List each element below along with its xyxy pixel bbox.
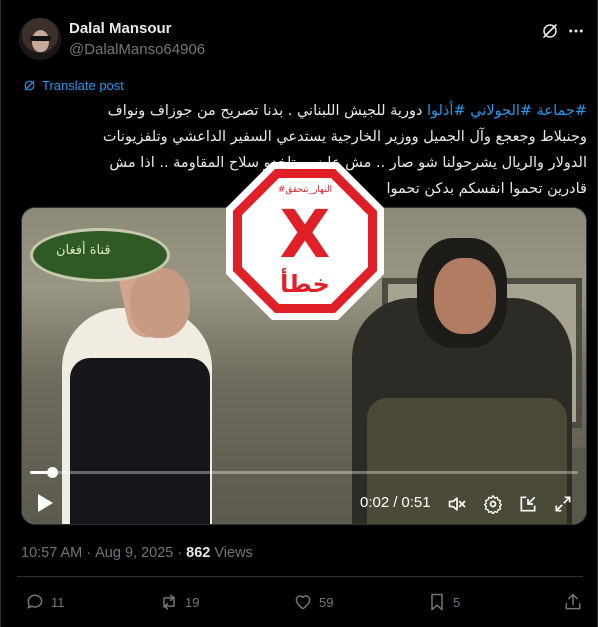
grok-icon[interactable]	[541, 22, 559, 40]
post-line-2: وجنبلاط وجعجع وآل الجميل ووزير الخارجية …	[102, 129, 587, 145]
picture-in-picture-icon[interactable]	[518, 494, 538, 514]
bookmark-button[interactable]: 5	[427, 592, 460, 612]
person-right-face	[434, 258, 496, 334]
post-meta: 10:57 AM · Aug 9, 2025 · 862 Views	[21, 545, 253, 561]
person-left-head	[130, 268, 190, 338]
avatar-face	[32, 30, 49, 52]
repost-icon	[163, 594, 175, 610]
post-line-1: #جماعة #الجولاني #أذلوا دورية للجيش اللب…	[21, 98, 587, 124]
play-icon[interactable]	[36, 493, 54, 513]
repost-count: 19	[185, 594, 200, 610]
translate-post-label: Translate post	[42, 78, 124, 93]
post-card: Dalal Mansour @DalalManso64906 Translate…	[0, 0, 598, 627]
video-time-separator: /	[393, 494, 398, 511]
video-duration: 0:51	[401, 494, 431, 511]
share-icon	[565, 593, 581, 610]
stamp-x-mark: X	[280, 196, 331, 273]
share-button[interactable]	[563, 592, 583, 612]
heart-icon	[295, 595, 311, 610]
post-date[interactable]: Aug 9, 2025	[95, 545, 173, 561]
author-name[interactable]: Dalal Mansour	[69, 20, 172, 37]
post-time[interactable]: 10:57 AM	[21, 545, 82, 561]
video-current-time: 0:02	[360, 494, 390, 511]
video-progress-thumb[interactable]	[46, 467, 58, 478]
meta-separator: ·	[86, 545, 92, 561]
meta-separator: ·	[177, 545, 183, 561]
fullscreen-icon[interactable]	[553, 494, 573, 514]
repost-button[interactable]: 19	[159, 592, 199, 612]
stamp-brand: #النهار_تتحقق	[278, 185, 332, 195]
like-button[interactable]: 59	[293, 592, 333, 612]
bookmark-icon	[431, 593, 443, 611]
avatar[interactable]	[19, 18, 61, 60]
translate-icon	[24, 80, 35, 91]
reply-count: 11	[51, 594, 65, 610]
divider	[17, 576, 583, 577]
views-label: Views	[214, 545, 253, 561]
avatar-sunglasses	[30, 36, 51, 41]
settings-gear-icon[interactable]	[483, 494, 503, 514]
author-handle[interactable]: @DalalManso64906	[69, 41, 205, 58]
action-bar: 11 19 59 5	[1, 592, 598, 618]
reply-icon	[27, 594, 43, 609]
video-time: 0:02 / 0:51	[360, 494, 431, 511]
like-count: 59	[319, 594, 334, 610]
channel-logo-text: قناة أفغان	[56, 243, 111, 258]
more-options-icon[interactable]	[567, 22, 585, 40]
views-count: 862	[186, 545, 211, 561]
person-left-vest	[70, 358, 210, 524]
translate-post-link[interactable]: Translate post	[23, 78, 124, 93]
reply-button[interactable]: 11	[25, 592, 65, 612]
stamp-verdict: خطأ	[280, 268, 330, 298]
mute-icon[interactable]	[447, 494, 467, 514]
post-hashtags[interactable]: #جماعة #الجولاني #أذلوا	[427, 103, 587, 119]
fact-check-false-stamp: #النهار_تتحقق X خطأ	[226, 162, 384, 320]
video-progress-bar[interactable]	[30, 467, 578, 478]
post-line-1-text: دورية للجيش اللبناني . بدنا تصريح من جوز…	[107, 103, 423, 119]
bookmark-count: 5	[453, 594, 461, 610]
